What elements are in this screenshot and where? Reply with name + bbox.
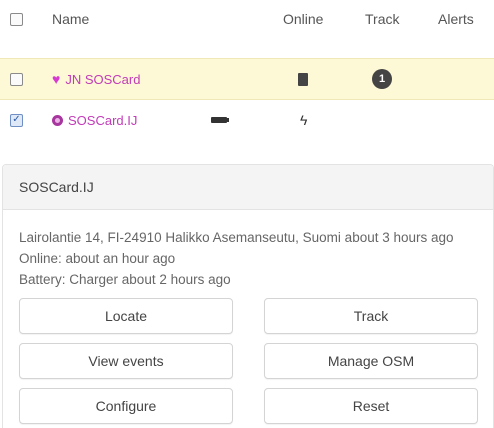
select-all-checkbox[interactable] <box>10 12 23 26</box>
phone-icon <box>298 72 308 86</box>
device-link[interactable]: ♥ JN SOSCard <box>52 72 140 87</box>
row-select-cell <box>10 59 23 99</box>
online-line: Online: about an hour ago <box>19 251 176 266</box>
row-select-cell: ✓ <box>10 100 23 140</box>
device-table: Name Online Track Alerts ♥ JN SOSCard 1 … <box>0 0 494 128</box>
online-cell: ϟ <box>300 100 307 140</box>
device-info: Lairolantie 14, FI-24910 Halikko Asemans… <box>19 227 454 290</box>
device-name: SOSCard.IJ <box>68 112 138 128</box>
address-line: Lairolantie 14, FI-24910 Halikko Asemans… <box>19 230 454 245</box>
online-cell <box>298 59 308 99</box>
table-header: Name Online Track Alerts <box>0 0 494 38</box>
device-link[interactable]: SOSCard.IJ <box>52 113 137 128</box>
track-count-badge[interactable]: 1 <box>372 69 392 89</box>
reset-button[interactable]: Reset <box>264 388 478 424</box>
column-header-alerts[interactable]: Alerts <box>438 0 474 38</box>
row-checkbox-checked[interactable]: ✓ <box>10 113 23 127</box>
battery-icon <box>211 117 229 123</box>
select-all-cell <box>10 0 23 38</box>
row-checkbox[interactable] <box>10 72 23 86</box>
track-cell: 1 <box>372 59 392 99</box>
track-button[interactable]: Track <box>264 298 478 334</box>
table-row[interactable]: ♥ JN SOSCard 1 <box>0 58 494 100</box>
device-detail-panel: SOSCard.IJ Lairolantie 14, FI-24910 Hali… <box>2 164 494 428</box>
gear-icon <box>52 114 63 126</box>
heart-icon: ♥ <box>52 71 61 87</box>
device-name: JN SOSCard <box>65 71 141 87</box>
column-header-track[interactable]: Track <box>365 0 399 38</box>
column-header-online[interactable]: Online <box>283 0 323 38</box>
battery-line: Battery: Charger about 2 hours ago <box>19 272 231 287</box>
table-row[interactable]: ✓ SOSCard.IJ ϟ <box>0 100 494 140</box>
column-header-name[interactable]: Name <box>52 0 89 38</box>
bolt-icon: ϟ <box>300 112 308 128</box>
locate-button[interactable]: Locate <box>19 298 233 334</box>
status-cell <box>211 100 229 140</box>
configure-button[interactable]: Configure <box>19 388 233 424</box>
manage-osm-button[interactable]: Manage OSM <box>264 343 478 379</box>
panel-title: SOSCard.IJ <box>3 165 493 210</box>
view-events-button[interactable]: View events <box>19 343 233 379</box>
device-name-cell: ♥ JN SOSCard <box>52 59 140 99</box>
device-name-cell: SOSCard.IJ <box>52 100 137 140</box>
